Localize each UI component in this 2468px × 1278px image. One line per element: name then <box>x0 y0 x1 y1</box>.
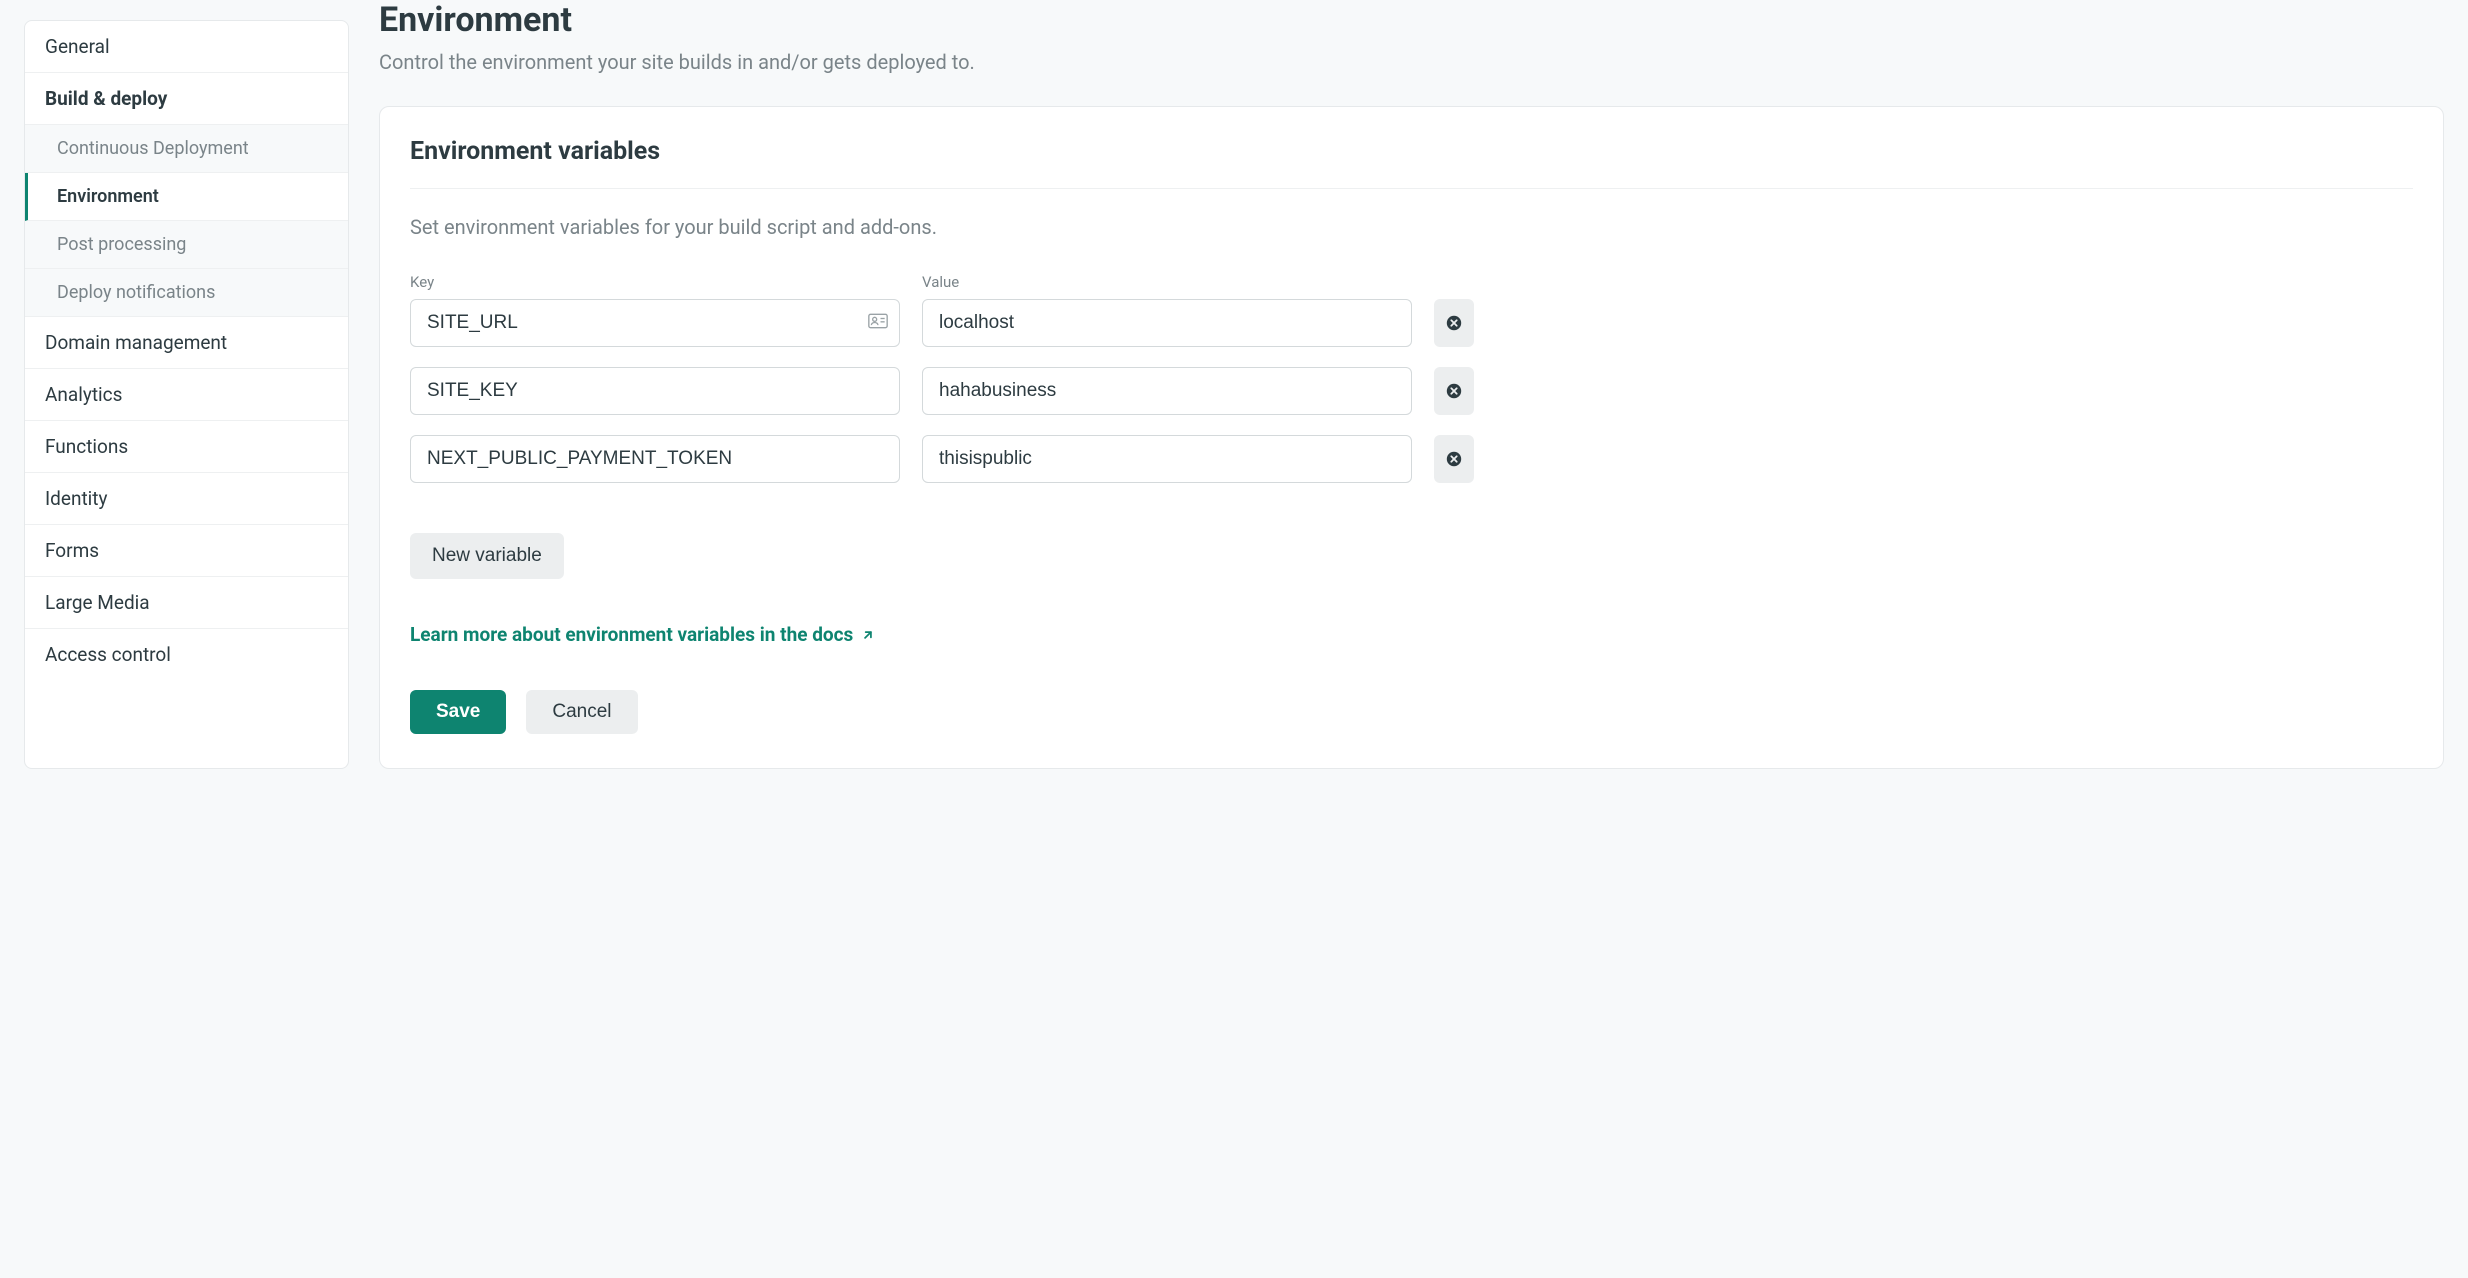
sidebar-item-access-control[interactable]: Access control <box>25 629 348 680</box>
new-variable-button[interactable]: New variable <box>410 533 564 579</box>
close-circle-icon <box>1445 314 1463 332</box>
sidebar-item-large-media[interactable]: Large Media <box>25 577 348 629</box>
env-var-value-input[interactable] <box>922 367 1412 415</box>
value-column-label: Value <box>922 273 1412 291</box>
env-var-row <box>410 435 2413 483</box>
delete-var-button[interactable] <box>1434 435 1474 483</box>
page-title: Environment <box>379 0 2444 40</box>
external-link-icon <box>861 628 875 642</box>
env-var-row <box>410 367 2413 415</box>
sidebar-item-general[interactable]: General <box>25 21 348 73</box>
env-var-row <box>410 299 2413 347</box>
close-circle-icon <box>1445 450 1463 468</box>
sidebar-subitem-deploy-notifications[interactable]: Deploy notifications <box>25 269 348 317</box>
docs-link-label: Learn more about environment variables i… <box>410 623 853 646</box>
docs-link[interactable]: Learn more about environment variables i… <box>410 623 875 646</box>
close-circle-icon <box>1445 382 1463 400</box>
env-var-key-input[interactable] <box>410 435 900 483</box>
sidebar-item-forms[interactable]: Forms <box>25 525 348 577</box>
delete-var-button[interactable] <box>1434 299 1474 347</box>
sidebar-subitem-post-processing[interactable]: Post processing <box>25 221 348 269</box>
cancel-button[interactable]: Cancel <box>526 690 637 734</box>
env-var-key-input[interactable] <box>410 299 900 347</box>
env-var-value-input[interactable] <box>922 299 1412 347</box>
page-subtitle: Control the environment your site builds… <box>379 50 2444 74</box>
card-title: Environment variables <box>410 137 2413 189</box>
sidebar-item-identity[interactable]: Identity <box>25 473 348 525</box>
main-content: Environment Control the environment your… <box>379 0 2468 769</box>
settings-sidebar: General Build & deploy Continuous Deploy… <box>24 20 349 769</box>
sidebar-item-functions[interactable]: Functions <box>25 421 348 473</box>
env-vars-card: Environment variables Set environment va… <box>379 106 2444 769</box>
save-button[interactable]: Save <box>410 690 506 734</box>
sidebar-subitem-environment[interactable]: Environment <box>25 173 348 221</box>
sidebar-item-domain-management[interactable]: Domain management <box>25 317 348 369</box>
delete-var-button[interactable] <box>1434 367 1474 415</box>
env-var-value-input[interactable] <box>922 435 1412 483</box>
vars-header-row: Key Value <box>410 273 2413 291</box>
vars-list <box>410 299 2413 483</box>
form-actions: Save Cancel <box>410 690 2413 734</box>
card-description: Set environment variables for your build… <box>410 215 2413 239</box>
sidebar-item-analytics[interactable]: Analytics <box>25 369 348 421</box>
sidebar-subitem-continuous-deployment[interactable]: Continuous Deployment <box>25 125 348 173</box>
sidebar-item-build-deploy[interactable]: Build & deploy <box>25 73 348 125</box>
env-var-key-input[interactable] <box>410 367 900 415</box>
key-column-label: Key <box>410 273 900 291</box>
